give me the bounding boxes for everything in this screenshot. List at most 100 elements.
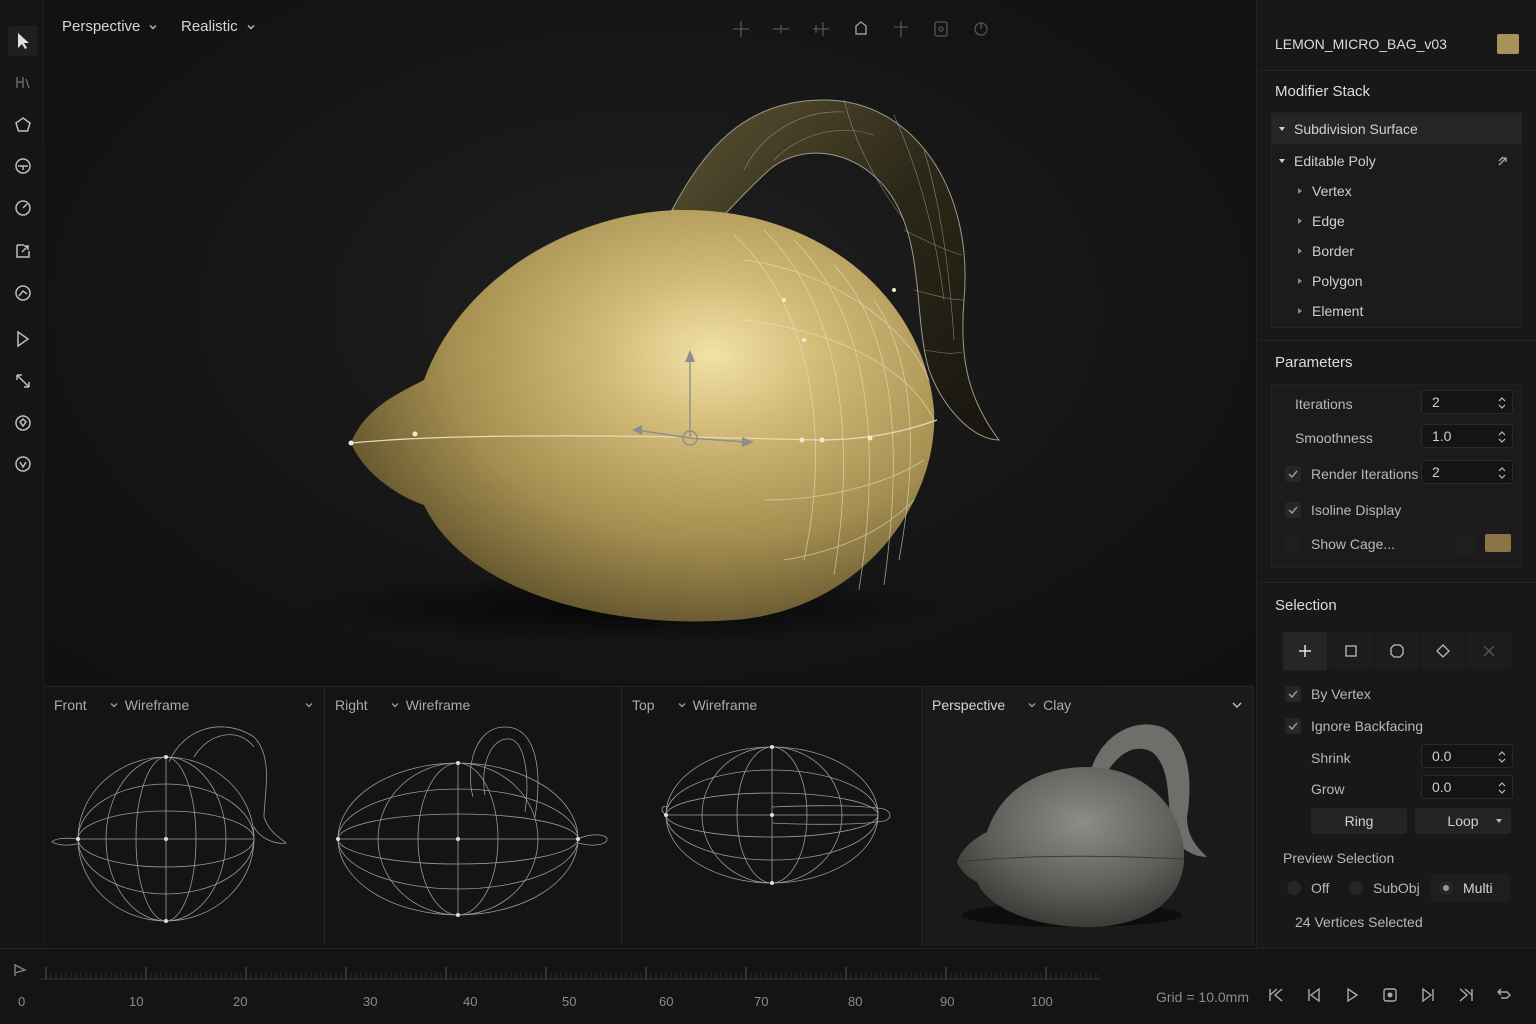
- stack-item-element[interactable]: Element: [1272, 296, 1521, 326]
- edge-slide-icon[interactable]: [8, 366, 38, 396]
- stack-item-edge[interactable]: Edge: [1272, 206, 1521, 236]
- main-viewport[interactable]: Perspective Realistic: [44, 0, 1256, 684]
- stack-item-label: Element: [1312, 303, 1364, 319]
- extrude-tool-icon[interactable]: [8, 278, 38, 308]
- select-polygon-button[interactable]: [1421, 632, 1465, 670]
- modifier-stack-title: Modifier Stack: [1275, 83, 1371, 100]
- scale-gizmo-icon[interactable]: [890, 18, 912, 40]
- skip-end-icon: [1459, 988, 1473, 1002]
- object-name[interactable]: LEMON_MICRO_BAG_v03: [1275, 36, 1447, 52]
- knife-tool-icon[interactable]: [8, 324, 38, 354]
- go-to-start-button[interactable]: [1264, 983, 1288, 1007]
- by-vertex-checkbox[interactable]: [1285, 686, 1301, 702]
- by-vertex-row[interactable]: By Vertex: [1285, 684, 1536, 704]
- move-gizmo-icon[interactable]: [730, 18, 752, 40]
- isoline-display-row[interactable]: Isoline Display: [1285, 500, 1536, 520]
- square-icon: [1345, 645, 1357, 657]
- front-view-label[interactable]: Front: [54, 697, 87, 713]
- stop-button[interactable]: [1378, 983, 1402, 1007]
- smoothness-spinner[interactable]: 1.0: [1421, 424, 1513, 448]
- shrink-spinner[interactable]: 0.0: [1421, 744, 1513, 768]
- ignore-backfacing-checkbox[interactable]: [1285, 718, 1301, 734]
- stack-item-label: Polygon: [1312, 273, 1363, 289]
- object-color-swatch[interactable]: [1497, 34, 1519, 54]
- select-vertex-button[interactable]: [1283, 632, 1327, 670]
- render-iterations-spinner[interactable]: 2: [1421, 460, 1513, 484]
- polygon-tool-icon[interactable]: [8, 110, 38, 140]
- stack-item-label: Edge: [1312, 213, 1345, 229]
- preview-off-radio[interactable]: [1287, 881, 1301, 895]
- clay-view-label[interactable]: Perspective: [932, 697, 1005, 713]
- cage-color-swatch-dark[interactable]: [1455, 536, 1475, 554]
- front-viewport[interactable]: Front Wireframe: [44, 686, 325, 946]
- move-y-icon[interactable]: [810, 18, 832, 40]
- front-mode-dropdown[interactable]: Wireframe: [109, 697, 189, 713]
- select-border-button[interactable]: [1375, 632, 1419, 670]
- iterations-spinner[interactable]: 2: [1421, 390, 1513, 414]
- rotate-tool-icon[interactable]: [8, 193, 38, 223]
- chevron-down-icon[interactable]: [1231, 700, 1243, 710]
- view-dropdown[interactable]: Perspective: [62, 18, 158, 35]
- select-tool-icon[interactable]: [8, 26, 38, 56]
- right-viewport[interactable]: Right Wireframe: [325, 686, 622, 946]
- preview-multi-radio[interactable]: [1439, 881, 1453, 895]
- top-view-label[interactable]: Top: [632, 697, 655, 713]
- chevron-down-icon: [678, 703, 686, 708]
- stack-item-polygon[interactable]: Polygon: [1272, 266, 1521, 296]
- divider: [1257, 70, 1536, 71]
- chevron-down-icon[interactable]: [304, 700, 314, 710]
- next-frame-button[interactable]: [1416, 983, 1440, 1007]
- render-iterations-checkbox[interactable]: [1285, 466, 1301, 482]
- snap-icon[interactable]: [930, 18, 952, 40]
- ring-button[interactable]: Ring: [1311, 808, 1407, 834]
- select-element-button[interactable]: [1467, 632, 1511, 670]
- move-x-icon[interactable]: [770, 18, 792, 40]
- select-edge-button[interactable]: [1329, 632, 1373, 670]
- stack-item-editable-poly[interactable]: Editable Poly: [1272, 146, 1521, 176]
- preview-subobj-radio[interactable]: [1349, 881, 1363, 895]
- scale-tool-icon[interactable]: [8, 236, 38, 266]
- top-wireframe-model: [661, 745, 891, 885]
- stack-item-vertex[interactable]: Vertex: [1272, 176, 1521, 206]
- ignore-backfacing-row[interactable]: Ignore Backfacing: [1285, 716, 1536, 736]
- select-region-icon[interactable]: [8, 68, 38, 98]
- show-cage-checkbox[interactable]: [1285, 536, 1301, 552]
- top-viewport[interactable]: Top Wireframe: [622, 686, 922, 946]
- ignore-backfacing-label: Ignore Backfacing: [1311, 718, 1424, 734]
- cage-color-swatch[interactable]: [1485, 534, 1511, 552]
- play-button[interactable]: [1340, 983, 1364, 1007]
- stack-item-label: Border: [1312, 243, 1355, 259]
- grow-spinner[interactable]: 0.0: [1421, 775, 1513, 799]
- key-filter-icon[interactable]: [12, 961, 30, 979]
- top-viewport-header: Top Wireframe: [632, 697, 911, 713]
- stack-item-subdivision-surface[interactable]: Subdivision Surface: [1272, 114, 1521, 144]
- move-tool-icon[interactable]: [8, 151, 38, 181]
- clay-mode-dropdown[interactable]: Clay: [1027, 697, 1071, 713]
- rotate-gizmo-icon[interactable]: [850, 18, 872, 40]
- right-mode-label: Wireframe: [405, 697, 471, 713]
- octagon-icon: [1390, 644, 1404, 658]
- isoline-display-checkbox[interactable]: [1285, 502, 1301, 518]
- right-mode-dropdown[interactable]: Wireframe: [390, 697, 471, 713]
- right-view-label[interactable]: Right: [335, 697, 368, 713]
- timeline-tick-label: 0: [18, 994, 26, 1009]
- timeline-tick-label: 90: [940, 994, 955, 1009]
- checkmark-icon: [1288, 506, 1298, 515]
- bevel-tool-icon[interactable]: [8, 408, 38, 438]
- loop-button[interactable]: Loop: [1415, 808, 1511, 834]
- shading-dropdown[interactable]: Realistic: [181, 18, 256, 35]
- perspective-clay-viewport[interactable]: Perspective Clay: [922, 686, 1254, 946]
- previous-frame-button[interactable]: [1302, 983, 1326, 1007]
- timeline-ruler[interactable]: [40, 957, 1100, 993]
- go-to-end-button[interactable]: [1454, 983, 1478, 1007]
- transform-toolbar: [730, 18, 992, 40]
- shield-tool-icon[interactable]: [8, 449, 38, 479]
- expand-triangle-icon: [1279, 127, 1285, 131]
- loop-playback-button[interactable]: [1492, 983, 1516, 1007]
- reset-transform-icon[interactable]: [970, 18, 992, 40]
- pin-icon[interactable]: [1497, 155, 1509, 167]
- stack-item-border[interactable]: Border: [1272, 236, 1521, 266]
- top-mode-dropdown[interactable]: Wireframe: [677, 697, 757, 713]
- shrink-value: 0.0: [1432, 748, 1452, 764]
- preview-multi-option[interactable]: Multi: [1431, 874, 1511, 902]
